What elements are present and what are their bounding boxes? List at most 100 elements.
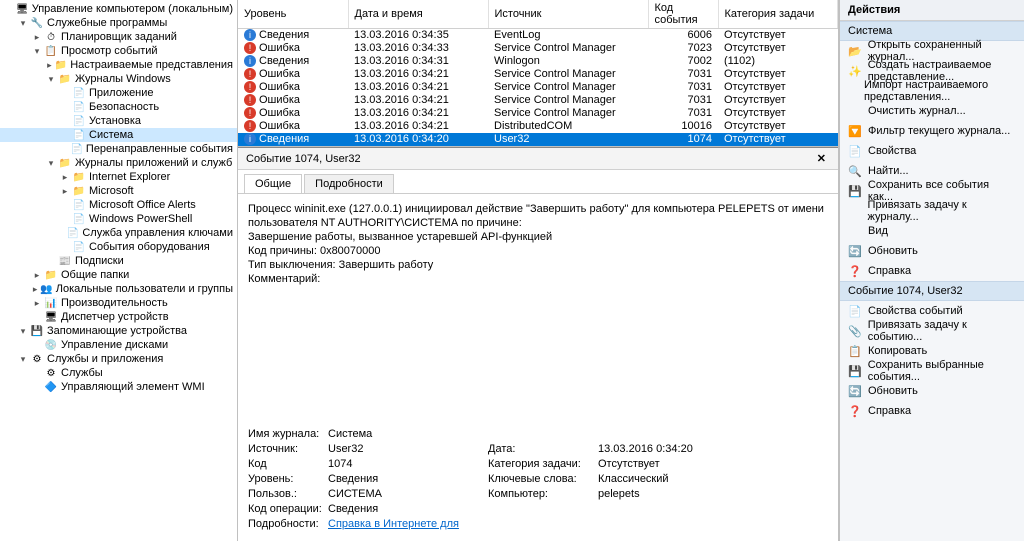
action-item[interactable]: 🔽Фильтр текущего журнала... — [840, 121, 1024, 141]
online-help-link[interactable]: Справка в Интернете для — [328, 518, 459, 533]
action-item[interactable]: 📄Свойства событий — [840, 301, 1024, 321]
expander-icon[interactable]: ▾ — [46, 158, 56, 168]
tree-item[interactable]: ▸📁Общие папки — [0, 268, 237, 282]
tree-item[interactable]: ▸📁Настраиваемые представления — [0, 58, 237, 72]
event-row[interactable]: iСведения13.03.2016 0:34:35EventLog6006О… — [238, 29, 838, 42]
action-item[interactable]: 📎Привязать задачу к событию... — [840, 321, 1024, 341]
tree-icon: 📄 — [67, 226, 79, 240]
tree-item[interactable]: 📄Служба управления ключами — [0, 226, 237, 240]
tab-details[interactable]: Подробности — [304, 174, 394, 193]
event-row[interactable]: !Ошибка13.03.2016 0:34:21Service Control… — [238, 107, 838, 120]
action-item[interactable]: 🔄Обновить — [840, 241, 1024, 261]
tree-item[interactable]: ▾📁Журналы Windows — [0, 72, 237, 86]
action-item[interactable]: 📂Открыть сохраненный журнал... — [840, 41, 1024, 61]
expander-icon[interactable] — [60, 116, 70, 126]
expander-icon[interactable]: ▾ — [18, 354, 28, 364]
tree-icon: 📊 — [44, 296, 58, 310]
tree-item[interactable]: ▾💾Запоминающие устройства — [0, 324, 237, 338]
expander-icon[interactable]: ▸ — [60, 172, 70, 182]
event-row[interactable]: !Ошибка13.03.2016 0:34:21Service Control… — [238, 94, 838, 107]
tree-item[interactable]: ▸👥Локальные пользователи и группы — [0, 282, 237, 296]
tab-general[interactable]: Общие — [244, 174, 302, 193]
tree-item[interactable]: 📄Windows PowerShell — [0, 212, 237, 226]
tree-item[interactable]: ▾⚙Службы и приложения — [0, 352, 237, 366]
action-item[interactable]: 🔍Найти... — [840, 161, 1024, 181]
column-header[interactable]: Уровень — [238, 0, 348, 29]
action-item[interactable]: Привязать задачу к журналу... — [840, 201, 1024, 221]
action-label: Справка — [868, 405, 911, 417]
tree-item[interactable]: ▸⏱Планировщик заданий — [0, 30, 237, 44]
expander-icon[interactable]: ▸ — [32, 32, 42, 42]
event-row[interactable]: !Ошибка13.03.2016 0:34:21DistributedCOM1… — [238, 120, 838, 133]
expander-icon[interactable]: ▸ — [32, 284, 38, 294]
tree-item[interactable]: ▾📁Журналы приложений и служб — [0, 156, 237, 170]
expander-icon[interactable] — [60, 144, 68, 154]
expander-icon[interactable]: ▾ — [18, 326, 28, 336]
column-header[interactable]: Код события — [648, 0, 718, 29]
info-icon: i — [244, 133, 256, 145]
expander-icon[interactable] — [32, 312, 42, 322]
event-row[interactable]: !Ошибка13.03.2016 0:34:33Service Control… — [238, 42, 838, 55]
tree-item[interactable]: ⚙Службы — [0, 366, 237, 380]
event-list[interactable]: УровеньДата и времяИсточникКод событияКа… — [238, 0, 838, 147]
expander-icon[interactable] — [60, 130, 70, 140]
action-item[interactable]: Вид — [840, 221, 1024, 241]
action-item[interactable]: ❓ Справка — [840, 401, 1024, 421]
column-header[interactable]: Источник — [488, 0, 648, 29]
action-item[interactable]: ❓Справка — [840, 261, 1024, 281]
expander-icon[interactable] — [32, 368, 42, 378]
tree-item[interactable]: ▾📋Просмотр событий — [0, 44, 237, 58]
tree-item[interactable]: ▸📊Производительность — [0, 296, 237, 310]
tree-item[interactable]: 🖥Управление компьютером (локальным) — [0, 2, 237, 16]
expander-icon[interactable] — [60, 214, 70, 224]
tree-item[interactable]: ▸📁Microsoft — [0, 184, 237, 198]
expander-icon[interactable]: ▾ — [46, 74, 56, 84]
expander-icon[interactable] — [60, 242, 70, 252]
action-item[interactable]: 💾Сохранить все события как... — [840, 181, 1024, 201]
tree-item[interactable]: 📄Перенаправленные события — [0, 142, 237, 156]
event-row[interactable]: iСведения13.03.2016 0:34:31Winlogon7002(… — [238, 55, 838, 68]
expander-icon[interactable]: ▸ — [60, 186, 70, 196]
tree-item[interactable]: ▾🔧Служебные программы — [0, 16, 237, 30]
action-item[interactable]: 📄Свойства — [840, 141, 1024, 161]
tree-item[interactable]: 📄Приложение — [0, 86, 237, 100]
tree-item[interactable]: 📰Подписки — [0, 254, 237, 268]
close-icon[interactable]: ✕ — [813, 152, 830, 165]
action-icon: ❓ — [848, 404, 862, 418]
column-header[interactable]: Категория задачи — [718, 0, 838, 29]
action-icon: 💾 — [848, 364, 862, 378]
column-header[interactable]: Дата и время — [348, 0, 488, 29]
action-item[interactable]: ✨Создать настраиваемое представление... — [840, 61, 1024, 81]
expander-icon[interactable]: ▸ — [32, 270, 42, 280]
expander-icon[interactable] — [60, 88, 70, 98]
event-row[interactable]: !Ошибка13.03.2016 0:34:21Service Control… — [238, 68, 838, 81]
tree-item[interactable]: 🖥Диспетчер устройств — [0, 310, 237, 324]
tree-item[interactable]: 📄Установка — [0, 114, 237, 128]
expander-icon[interactable]: ▸ — [46, 60, 53, 70]
expander-icon[interactable]: ▾ — [32, 46, 42, 56]
event-row[interactable]: !Ошибка13.03.2016 0:34:21Service Control… — [238, 81, 838, 94]
tree-item[interactable]: 📄События оборудования — [0, 240, 237, 254]
action-item[interactable]: 📋Копировать — [840, 341, 1024, 361]
action-item[interactable]: 💾Сохранить выбранные события... — [840, 361, 1024, 381]
expander-icon[interactable]: ▸ — [32, 298, 42, 308]
expander-icon[interactable] — [60, 102, 70, 112]
action-item[interactable]: Импорт настраиваемого представления... — [840, 81, 1024, 101]
expander-icon[interactable] — [32, 382, 42, 392]
action-item[interactable]: Очистить журнал... — [840, 101, 1024, 121]
navigation-tree[interactable]: 🖥Управление компьютером (локальным)▾🔧Слу… — [0, 0, 238, 541]
expander-icon[interactable]: ▾ — [18, 18, 28, 28]
tree-item[interactable]: 🔷Управляющий элемент WMI — [0, 380, 237, 394]
expander-icon[interactable] — [46, 256, 56, 266]
action-item[interactable]: 🔄Обновить — [840, 381, 1024, 401]
expander-icon[interactable] — [60, 200, 70, 210]
expander-icon[interactable] — [4, 4, 13, 14]
event-row[interactable]: iСведения13.03.2016 0:34:20User321074Отс… — [238, 133, 838, 146]
tree-item[interactable]: ▸📁Internet Explorer — [0, 170, 237, 184]
tree-item[interactable]: 💿Управление дисками — [0, 338, 237, 352]
tree-item[interactable]: 📄Система — [0, 128, 237, 142]
expander-icon[interactable] — [32, 340, 42, 350]
tree-item[interactable]: 📄Безопасность — [0, 100, 237, 114]
expander-icon[interactable] — [60, 228, 65, 238]
tree-item[interactable]: 📄Microsoft Office Alerts — [0, 198, 237, 212]
